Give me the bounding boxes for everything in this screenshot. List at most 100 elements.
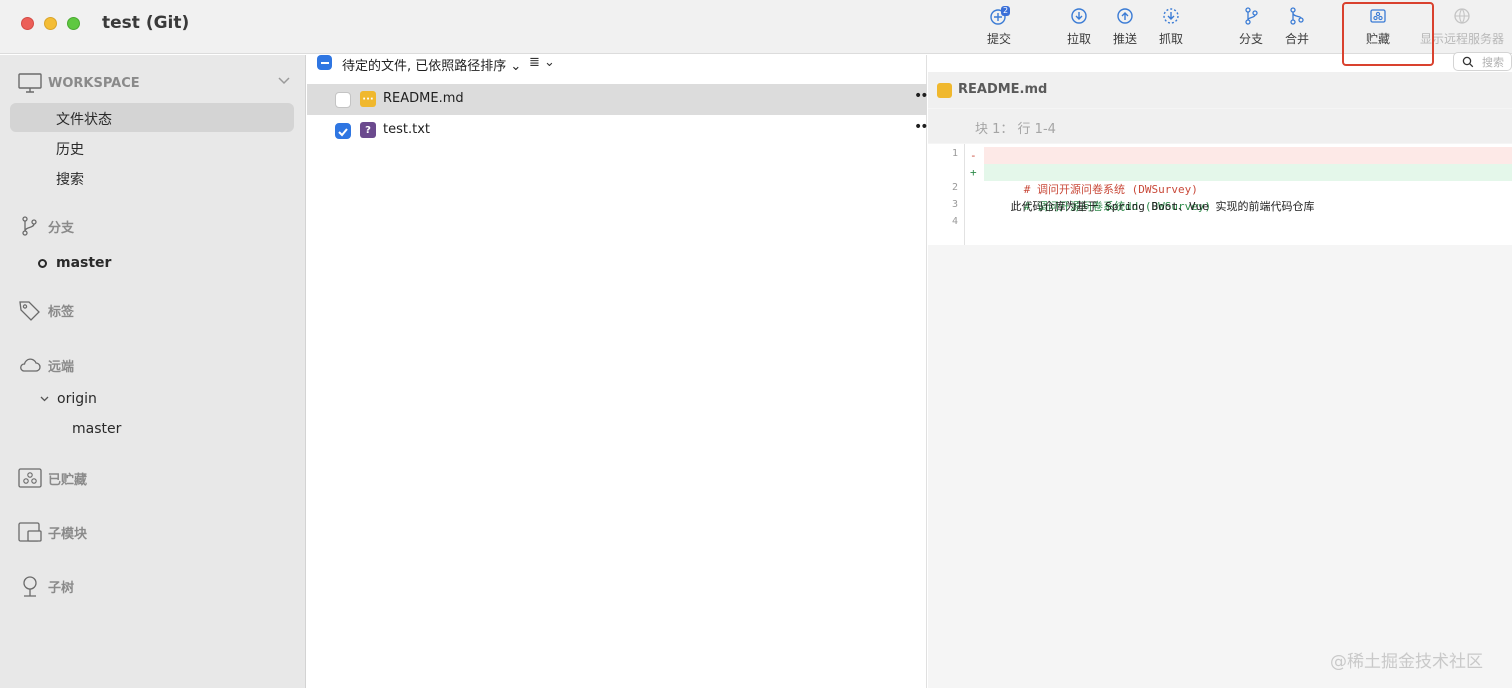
fetch-icon (1163, 8, 1179, 24)
branches-label: 分支 (48, 220, 75, 236)
tags-label: 标签 (48, 304, 75, 320)
branch-icon (22, 216, 37, 236)
hunk-label: 块 1： 行 1-4 (975, 122, 1056, 137)
sidebar-item-search[interactable]: 搜索 (56, 169, 84, 189)
current-branch-icon (38, 258, 47, 268)
remotes-label: 远端 (48, 359, 75, 375)
merge-button[interactable]: 合并 (1285, 6, 1309, 52)
sidebar-section-remotes[interactable]: 远端 (18, 354, 74, 376)
file-name: test.txt (383, 122, 430, 137)
sidebar-section-workspace[interactable]: WORKSPACE (18, 72, 140, 94)
sidebar-section-subtrees[interactable]: 子树 (18, 575, 74, 597)
file-checkbox[interactable] (335, 123, 351, 139)
cloud-icon (20, 358, 41, 372)
branch-icon (1245, 7, 1258, 25)
line-number: 2 (951, 182, 958, 193)
title-bar: test (Git) 2 提交 拉取 推送 抓取 分支 合并 贮藏 显示远程服务… (0, 0, 1512, 54)
diff-sign: + (970, 166, 977, 179)
diff-line-added: + # 调问开源问卷系统dd (DWSurvey) (970, 164, 1512, 213)
push-label: 推送 (1113, 32, 1138, 46)
sidebar-item-origin[interactable]: origin (40, 391, 97, 407)
sidebar-section-stashes[interactable]: 已贮藏 (18, 467, 87, 489)
merge-icon (1290, 7, 1304, 25)
diff-line-context (984, 181, 1512, 198)
chevron-down-icon: ⌄ (510, 59, 522, 74)
tree-icon (23, 576, 37, 597)
diff-header: README.md (928, 72, 1512, 108)
zoom-window-button[interactable] (67, 17, 80, 30)
subtrees-label: 子树 (48, 580, 75, 596)
more-options-icon[interactable]: •• (914, 88, 928, 104)
diff-line-context (984, 215, 1512, 232)
chevron-down-icon (40, 396, 49, 402)
window-title: test (Git) (102, 13, 190, 33)
commit-label: 提交 (987, 32, 1012, 46)
file-list-panel: 待定的文件, 已依照路径排序 ⌄ ≣ ⌄ ··· README.md •• ? … (307, 55, 928, 688)
untracked-file-icon: ? (360, 122, 376, 138)
sidebar: WORKSPACE 文件状态 历史 搜索 分支 master 标签 远端 ori… (0, 55, 306, 688)
origin-label: origin (57, 391, 97, 407)
diff-code: 1 2 3 4 - # 调问开源问卷系统 (DWSurvey) + # 调问开源… (928, 144, 1512, 245)
submodules-label: 子模块 (48, 526, 88, 542)
fetch-button[interactable]: 抓取 (1159, 6, 1183, 52)
file-list-header: 待定的文件, 已依照路径排序 ⌄ ≣ ⌄ (307, 55, 927, 74)
more-options-icon[interactable]: •• (914, 119, 928, 135)
branch-label: 分支 (1239, 32, 1264, 46)
sidebar-item-file-status[interactable]: 文件状态 (56, 109, 112, 129)
line-number-gutter: 1 2 3 4 (928, 144, 965, 245)
workspace-label: WORKSPACE (48, 75, 140, 91)
commit-badge: 2 (1001, 6, 1011, 16)
push-button[interactable]: 推送 (1113, 6, 1137, 52)
file-row[interactable]: ? test.txt •• (307, 115, 928, 146)
sidebar-section-tags[interactable]: 标签 (18, 299, 74, 321)
sort-dropdown[interactable]: 待定的文件, 已依照路径排序 ⌄ (342, 55, 521, 74)
file-name: README.md (383, 91, 464, 106)
checkmark-icon (338, 128, 348, 137)
minimize-window-button[interactable] (44, 17, 57, 30)
stash-icon (18, 468, 42, 488)
diff-sign: - (970, 149, 977, 162)
chevron-down-icon[interactable] (278, 77, 290, 85)
line-number: 1 (951, 148, 958, 159)
sidebar-item-branch-master[interactable]: master (38, 255, 111, 271)
sidebar-item-remote-master[interactable]: master (72, 421, 121, 437)
line-number: 4 (951, 216, 958, 227)
globe-icon (1454, 8, 1470, 24)
sidebar-item-history[interactable]: 历史 (56, 139, 84, 159)
stash-highlight-annotation (1342, 2, 1434, 66)
line-number: 3 (951, 199, 958, 210)
file-checkbox[interactable] (335, 92, 351, 108)
sort-label: 待定的文件, 已依照路径排序 (342, 59, 507, 74)
commit-button[interactable]: 2 提交 (987, 6, 1011, 52)
fetch-label: 抓取 (1159, 32, 1184, 46)
submodule-icon (18, 522, 42, 542)
search-field[interactable]: 搜索 (1453, 52, 1512, 71)
diff-file-name: README.md (958, 82, 1048, 97)
tag-icon (19, 301, 40, 321)
pull-label: 拉取 (1067, 32, 1092, 46)
monitor-icon (18, 73, 42, 93)
diff-line-context: 此代码仓库为基于 Spring Boot、Vue 实现的前端代码仓库 (984, 200, 1315, 213)
modified-file-icon (937, 83, 952, 98)
modified-file-icon: ··· (360, 91, 376, 107)
diff-line-removed: - # 调问开源问卷系统 (DWSurvey) (970, 147, 1512, 196)
select-all-checkbox[interactable] (317, 55, 332, 70)
branch-master-label: master (56, 255, 112, 271)
diff-panel: README.md 块 1： 行 1-4 1 2 3 4 - # 调问开源问卷系… (928, 72, 1512, 688)
pull-icon (1071, 8, 1087, 24)
file-row[interactable]: ··· README.md •• (307, 84, 928, 115)
sidebar-selection (10, 103, 294, 132)
hunk-header: 块 1： 行 1-4 (928, 109, 1512, 143)
watermark: @稀土掘金技术社区 (1330, 652, 1483, 672)
close-window-button[interactable] (21, 17, 34, 30)
push-icon (1117, 8, 1133, 24)
merge-label: 合并 (1285, 32, 1310, 46)
branch-button[interactable]: 分支 (1239, 6, 1263, 52)
sidebar-section-branches[interactable]: 分支 (18, 215, 74, 237)
list-icon: ≣ (529, 55, 540, 70)
search-icon (1462, 56, 1474, 67)
pull-button[interactable]: 拉取 (1067, 6, 1091, 52)
sidebar-section-submodules[interactable]: 子模块 (18, 521, 87, 543)
search-placeholder: 搜索 (1482, 55, 1504, 69)
view-mode-dropdown[interactable]: ≣ ⌄ (529, 55, 555, 70)
